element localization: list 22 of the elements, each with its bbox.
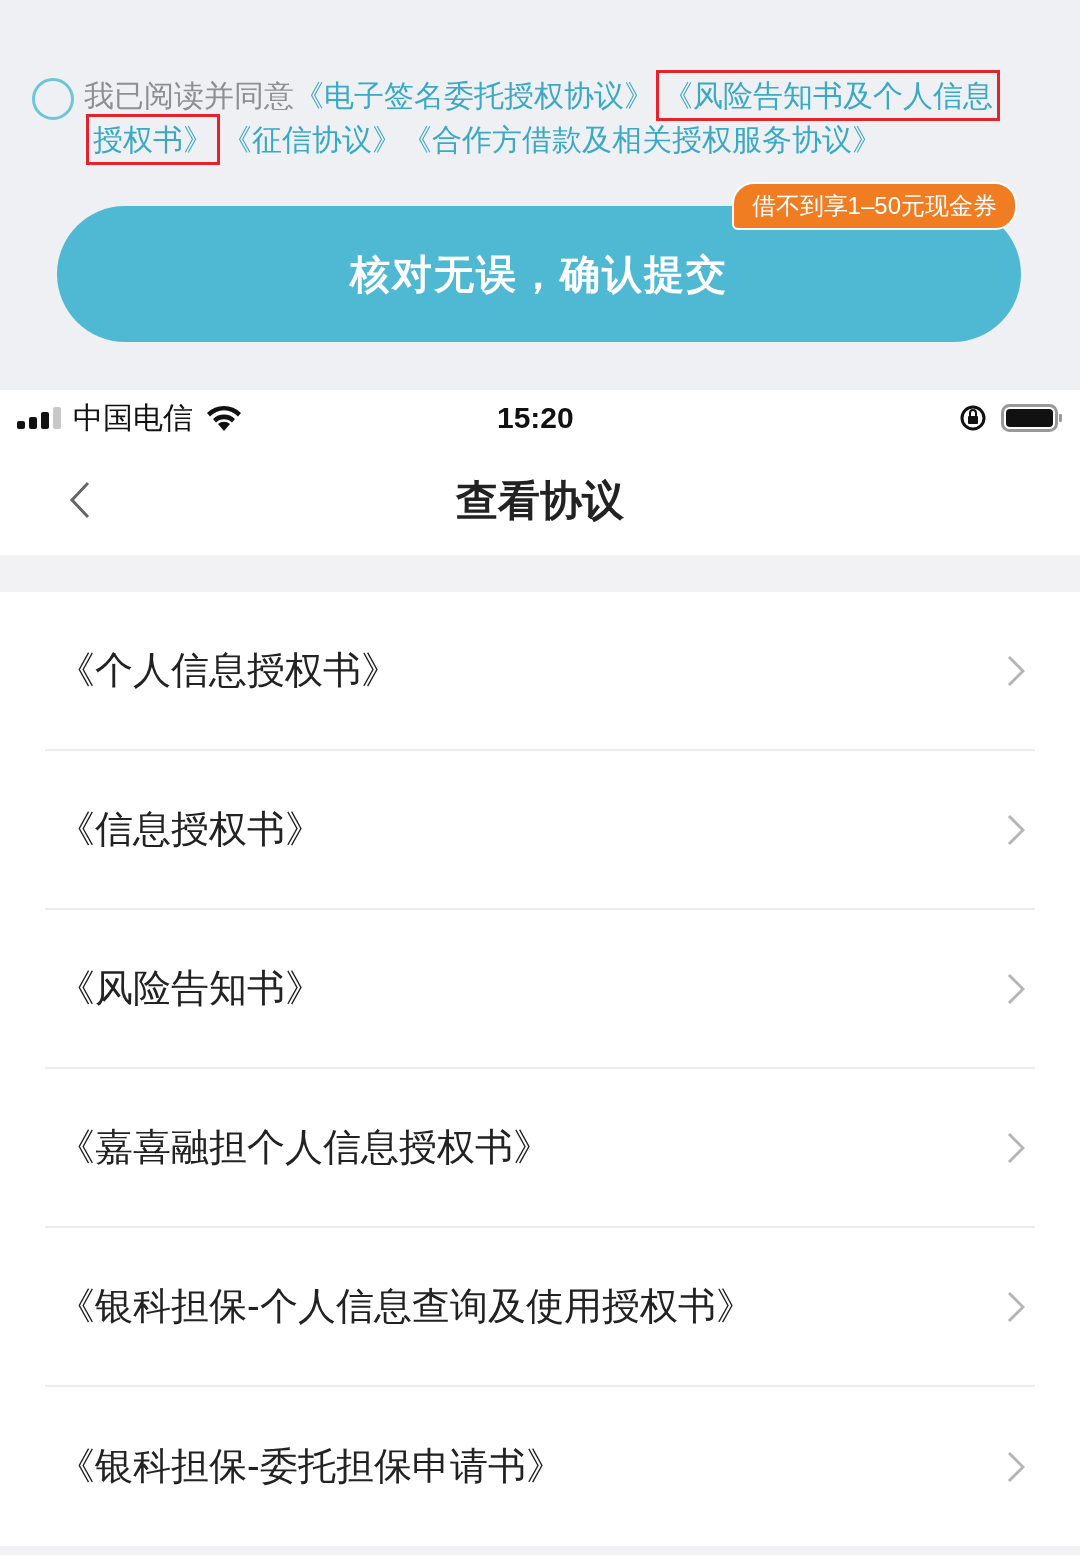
clock-time: 15:20 xyxy=(497,400,574,436)
agreement-row[interactable]: 《银科担保-个人信息查询及使用授权书》 xyxy=(45,1228,1035,1387)
carrier-name: 中国电信 xyxy=(73,400,193,436)
chevron-right-icon xyxy=(1007,654,1025,687)
battery-icon xyxy=(1001,403,1063,432)
agreement-row[interactable]: 《嘉喜融担个人信息授权书》 xyxy=(45,1069,1035,1228)
signal-icon xyxy=(17,406,63,429)
agreement-row[interactable]: 《个人信息授权书》 xyxy=(45,592,1035,751)
rotation-lock-icon xyxy=(959,403,987,432)
chevron-right-icon xyxy=(1007,972,1025,1005)
agreement-row[interactable]: 《银科担保-委托担保申请书》 xyxy=(45,1387,1035,1546)
wifi-icon xyxy=(205,403,243,432)
chevron-right-icon xyxy=(1007,1450,1025,1483)
agreement-checkbox[interactable] xyxy=(32,78,74,120)
chevron-right-icon xyxy=(1007,1131,1025,1164)
chevron-right-icon xyxy=(1007,813,1025,846)
back-icon[interactable] xyxy=(68,481,92,519)
coupon-badge: 借不到享1–50元现金券 xyxy=(731,182,1017,230)
chevron-right-icon xyxy=(1007,1290,1025,1323)
agreement-row[interactable]: 《信息授权书》 xyxy=(45,751,1035,910)
agreement-row[interactable]: 《风险告知书》 xyxy=(45,910,1035,1069)
page-title: 查看协议 xyxy=(456,475,624,526)
